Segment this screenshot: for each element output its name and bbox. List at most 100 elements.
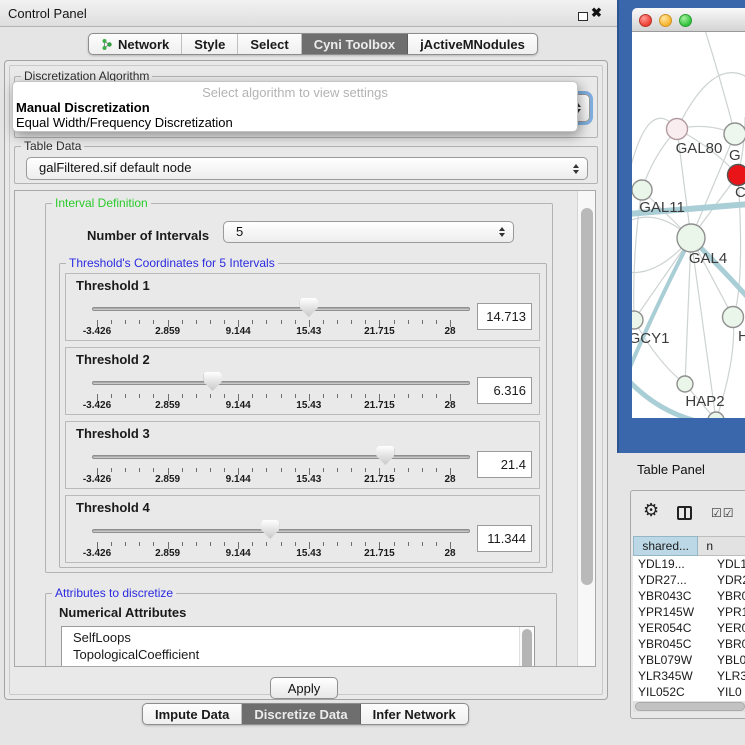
slider-thumb[interactable] — [261, 520, 279, 539]
network-edge — [677, 73, 745, 129]
node-hap2[interactable] — [677, 376, 693, 392]
attributes-to-discretize-group: Attributes to discretize Numerical Attri… — [45, 593, 557, 667]
slider-track[interactable] — [92, 455, 470, 459]
columns-icon[interactable] — [677, 506, 692, 520]
tab-label: jActiveMNodules — [420, 36, 525, 53]
slider-track[interactable] — [92, 307, 470, 311]
attribute-item-selfloops[interactable]: SelfLoops — [62, 629, 534, 646]
tick-label: 15.43 — [296, 548, 321, 559]
group-title-thresholds: Threshold's Coordinates for 5 Intervals — [66, 257, 278, 270]
slider-thumb[interactable] — [376, 446, 394, 465]
group-title-attributes: Attributes to discretize — [52, 587, 176, 600]
attributes-list-scrollbar[interactable] — [519, 627, 533, 667]
slider-thumb[interactable] — [204, 372, 222, 391]
cell-name: YDR2 — [717, 572, 745, 588]
thresholds-group: Threshold's Coordinates for 5 Intervals … — [59, 263, 547, 568]
tab-jactivemnodules[interactable]: jActiveMNodules — [408, 34, 537, 54]
node-right-h[interactable] — [723, 307, 744, 328]
numerical-attributes-list[interactable]: SelfLoopsTopologicalCoefficientBetweenne… — [61, 626, 535, 667]
close-icon[interactable]: ✖ — [591, 5, 602, 21]
threshold-3-value-field[interactable]: 21.4 — [477, 451, 532, 478]
table-panel: ⚙ ☑☑ shared... n YDL19...YDL1YDR27...YDR… — [630, 490, 745, 719]
close-light-icon[interactable] — [639, 14, 652, 27]
threshold-1-value-field[interactable]: 14.713 — [477, 303, 532, 330]
cell-shared-name: YIL052C — [638, 684, 685, 700]
control-panel-titlebar: Control Panel ✖ — [0, 0, 618, 27]
attribute-item-betweennesscentrality[interactable]: BetweennessCentrality — [62, 663, 534, 667]
minimize-light-icon[interactable] — [659, 14, 672, 27]
network-canvas[interactable]: GAL80GCGAL11GAL4GCY1HHAP2 — [632, 32, 745, 418]
cell-shared-name: YBR045C — [638, 636, 691, 652]
threshold-4-value-field[interactable]: 11.344 — [477, 525, 532, 552]
table-data-value: galFiltered.sif default node — [27, 158, 587, 178]
tab-cyni-toolbox[interactable]: Cyni Toolbox — [302, 34, 408, 54]
threshold-label: Threshold 3 — [76, 426, 150, 441]
node-left-green[interactable] — [632, 180, 652, 200]
cell-shared-name: YDR27... — [638, 572, 687, 588]
cell-name: YBR0 — [717, 588, 745, 604]
tick-label: 21.715 — [364, 400, 395, 411]
cell-name: YDL1 — [717, 556, 745, 572]
zoom-light-icon[interactable] — [679, 14, 692, 27]
node-pink[interactable] — [667, 119, 688, 140]
top-tab-bar: Network StyleSelect Cyni Toolbox jActiveMNo… — [88, 33, 538, 55]
attribute-item-topologicalcoefficient[interactable]: TopologicalCoefficient — [62, 646, 534, 663]
tick-label: 9.144 — [226, 474, 251, 485]
node-label-h: H — [738, 328, 745, 345]
network-window-titlebar[interactable] — [632, 8, 745, 32]
slider-ticks — [97, 394, 450, 402]
apply-button[interactable]: Apply — [270, 677, 338, 699]
column-header-shared[interactable]: shared... — [633, 536, 698, 556]
number-of-intervals-combobox[interactable]: 5 — [223, 221, 514, 243]
float-window-icon[interactable] — [578, 12, 588, 21]
table-panel-title: Table Panel — [637, 462, 705, 477]
dropdown-item-equal-width-frequency[interactable]: Equal Width/Frequency Discretization — [13, 115, 577, 130]
threshold-2-row: Threshold 2-3.4262.8599.14415.4321.71528… — [65, 347, 540, 415]
table-row[interactable]: YIL052CYIL0 — [633, 684, 745, 700]
tick-label: 9.144 — [226, 548, 251, 559]
cell-shared-name: YBR043C — [638, 588, 691, 604]
table-row[interactable]: YLR345WYLR3 — [633, 668, 745, 684]
slider-thumb[interactable] — [300, 298, 318, 317]
tab-label: Cyni Toolbox — [314, 36, 395, 53]
table-row[interactable]: YBR045CYBR0 — [633, 636, 745, 652]
tab-discretize-data[interactable]: Discretize Data — [242, 704, 360, 724]
column-header-name[interactable]: n — [698, 536, 745, 556]
scrollbar-thumb[interactable] — [522, 629, 532, 667]
node-top-right[interactable] — [724, 123, 745, 145]
table-row[interactable]: YDL19...YDL1 — [633, 556, 745, 572]
threshold-label: Threshold 2 — [76, 352, 150, 367]
dropdown-prompt: Select algorithm to view settings — [13, 82, 577, 100]
tab-label: Network — [118, 36, 169, 53]
threshold-2-value-field[interactable]: 6.316 — [477, 377, 532, 404]
node-label-gal11: GAL11 — [639, 199, 685, 216]
threshold-1-row: Threshold 1-3.4262.8599.14415.4321.71528… — [65, 273, 540, 341]
network-edge-highlighted — [632, 238, 691, 372]
table-row[interactable]: YER054CYER0 — [633, 620, 745, 636]
scrollbar-thumb[interactable] — [581, 208, 593, 585]
tab-infer-network[interactable]: Infer Network — [361, 704, 468, 724]
tab-select[interactable]: Select — [238, 34, 301, 54]
tab-network[interactable]: Network — [89, 34, 182, 54]
cell-name: YBL0 — [717, 652, 745, 668]
tab-style[interactable]: Style — [182, 34, 238, 54]
node-gcy1[interactable] — [632, 311, 643, 329]
slider-track[interactable] — [92, 529, 470, 533]
horizontal-scrollbar[interactable] — [633, 701, 745, 712]
slider-track[interactable] — [92, 381, 470, 385]
table-row[interactable]: YBR043C YBR0 — [633, 588, 745, 604]
table-row[interactable]: YBL079WYBL0 — [633, 652, 745, 668]
tick-label: 21.715 — [364, 548, 395, 559]
vertical-scrollbar[interactable] — [577, 191, 595, 666]
table-row[interactable]: YDR27... YDR2 — [633, 572, 745, 588]
dropdown-item-manual-discretization[interactable]: Manual Discretization — [13, 100, 577, 115]
gear-icon[interactable]: ⚙ — [643, 500, 659, 521]
checkbox-icon[interactable]: ☑☑ — [711, 506, 735, 520]
tab-impute-data[interactable]: Impute Data — [143, 704, 242, 724]
node-gal4[interactable] — [677, 224, 705, 252]
scrollbar-thumb[interactable] — [635, 702, 745, 711]
node-red[interactable] — [728, 165, 745, 186]
table-data-combobox[interactable]: galFiltered.sif default node — [26, 157, 588, 180]
table-row[interactable]: YPR145WYPR1 — [633, 604, 745, 620]
threshold-label: Threshold 1 — [76, 278, 150, 293]
